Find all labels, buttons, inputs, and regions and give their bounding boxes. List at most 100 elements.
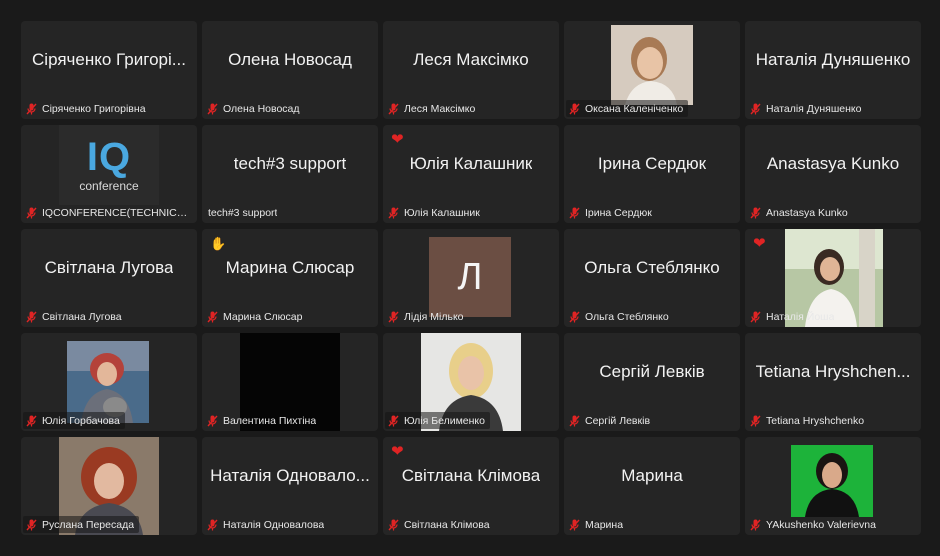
participant-namebar: Світлана Клімова [385,516,495,533]
participant-name-label: Юлія Горбачова [42,414,120,427]
participant-namebar: Марина [566,516,628,533]
participant-tile[interactable]: Руслана Пересада [21,437,197,535]
participant-tile[interactable]: Наталія Дуняшенко Наталія Дуняшенко [745,21,921,119]
participant-tile[interactable]: Юлія Горбачова [21,333,197,431]
participant-tile[interactable]: IQ conference IQCONFERENCE(TECHNICAL... [21,125,197,223]
participant-tile[interactable]: ❤ Світлана Клімова Світлана Клімова [383,437,559,535]
muted-mic-icon [569,207,580,218]
participant-tile[interactable]: Tetiana Hryshchen... Tetiana Hryshchenko [745,333,921,431]
participant-namebar: Наталія Йоша [747,308,839,325]
participant-name-label: Марина Слюсар [223,310,303,323]
participant-display-name: Ірина Сердюк [597,154,707,173]
participant-display-name: Anastasya Kunko [766,154,900,173]
muted-mic-icon [388,415,399,426]
muted-mic-icon [750,311,761,322]
muted-mic-icon [750,415,761,426]
participant-display-name: Ольга Стеблянко [584,258,720,277]
person-silhouette-icon [611,25,693,105]
participant-namebar: Юлія Горбачова [23,412,125,429]
participant-name-label: Юлія Белименко [404,414,485,427]
participant-name-label: Ольга Стеблянко [585,310,669,323]
participant-tile[interactable]: YAkushenko Valerievna [745,437,921,535]
participant-namebar: Юлія Белименко [385,412,490,429]
participant-display-name: tech#3 support [233,154,347,173]
person-silhouette-icon [67,341,149,423]
participant-name-label: Світлана Лугова [42,310,122,323]
participant-namebar: Сергій Левків [566,412,655,429]
participant-namebar: Наталія Дуняшенко [747,100,866,117]
participant-namebar: Оксана Каленіченко [566,100,689,117]
participant-tile[interactable]: Сіряченко Григорі... Сіряченко Григорівн… [21,21,197,119]
participant-tile[interactable]: ✋ Марина Слюсар Марина Слюсар [202,229,378,327]
participant-namebar: tech#3 support [204,204,282,221]
participant-namebar: Сіряченко Григорівна [23,100,151,117]
participant-display-name: Tetiana Hryshchen... [755,362,911,381]
participant-namebar: Олена Новосад [204,100,305,117]
participant-name-label: Лідія Мілько [404,310,464,323]
muted-mic-icon [207,311,218,322]
participant-namebar: Anastasya Kunko [747,204,853,221]
participant-name-label: Олена Новосад [223,102,300,115]
participant-tile[interactable]: Anastasya Kunko Anastasya Kunko [745,125,921,223]
participant-tile[interactable]: Олена Новосад Олена Новосад [202,21,378,119]
participant-name-label: YAkushenko Valerievna [766,518,876,531]
participant-tile[interactable]: Сергій Левків Сергій Левків [564,333,740,431]
participant-name-label: Марина [585,518,624,531]
avatar: Л [429,237,511,317]
muted-mic-icon [388,207,399,218]
muted-mic-icon [388,103,399,114]
muted-mic-icon [207,519,218,530]
muted-mic-icon [388,311,399,322]
participant-display-name: Юлія Калашник [409,154,533,173]
participant-name-label: Ірина Сердюк [585,206,652,219]
participant-name-label: Леся Максімко [404,102,476,115]
avatar-letter: Л [457,255,483,298]
participant-tile[interactable]: Л Лідія Мілько [383,229,559,327]
muted-mic-icon [569,415,580,426]
muted-mic-icon [207,415,218,426]
logo-main-text: IQ [86,135,132,179]
participant-tile[interactable]: Наталія Одновало... Наталія Одновалова [202,437,378,535]
muted-mic-icon [26,519,37,530]
participant-namebar: Ірина Сердюк [566,204,657,221]
participant-tile[interactable]: Оксана Каленіченко [564,21,740,119]
participant-namebar: Юлія Калашник [385,204,485,221]
participant-tile[interactable]: Валентина Пихтіна [202,333,378,431]
participant-display-name: Світлана Лугова [44,258,174,277]
heart-icon: ❤ [753,235,766,252]
participant-display-name: Світлана Клімова [401,466,541,485]
participant-display-name: Сергій Левків [599,362,705,381]
muted-mic-icon [750,519,761,530]
participant-tile[interactable]: Леся Максімко Леся Максімко [383,21,559,119]
participant-display-name: Сіряченко Григорі... [32,50,186,69]
participant-name-label: Anastasya Kunko [766,206,848,219]
muted-mic-icon [26,415,37,426]
participant-name-label: Наталія Одновалова [223,518,325,531]
participant-video [67,341,149,423]
participant-namebar: Лідія Мілько [385,308,469,325]
participant-video [791,445,873,517]
participant-tile[interactable]: Ірина Сердюк Ірина Сердюк [564,125,740,223]
participant-namebar: YAkushenko Valerievna [747,516,881,533]
muted-mic-icon [26,103,37,114]
participant-name-label: Юлія Калашник [404,206,480,219]
participant-tile[interactable]: ❤ Наталія Йоша [745,229,921,327]
muted-mic-icon [569,519,580,530]
participant-tile[interactable]: tech#3 support tech#3 support [202,125,378,223]
muted-mic-icon [26,207,37,218]
participant-name-label: Руслана Пересада [42,518,135,531]
participant-namebar: Наталія Одновалова [204,516,329,533]
participant-namebar: Леся Максімко [385,100,480,117]
participant-tile[interactable]: Світлана Лугова Світлана Лугова [21,229,197,327]
participant-namebar: Світлана Лугова [23,308,127,325]
participant-name-label: Сергій Левків [585,414,651,427]
participant-tile[interactable]: Ольга Стеблянко Ольга Стеблянко [564,229,740,327]
muted-mic-icon [750,103,761,114]
participant-tile[interactable]: Юлія Белименко [383,333,559,431]
participant-display-name: Марина Слюсар [225,258,355,277]
participant-tile[interactable]: Марина Марина [564,437,740,535]
participant-tile[interactable]: ❤ Юлія Калашник Юлія Калашник [383,125,559,223]
participant-display-name: Марина [621,466,683,485]
muted-mic-icon [750,207,761,218]
participant-name-label: Tetiana Hryshchenko [766,414,865,427]
